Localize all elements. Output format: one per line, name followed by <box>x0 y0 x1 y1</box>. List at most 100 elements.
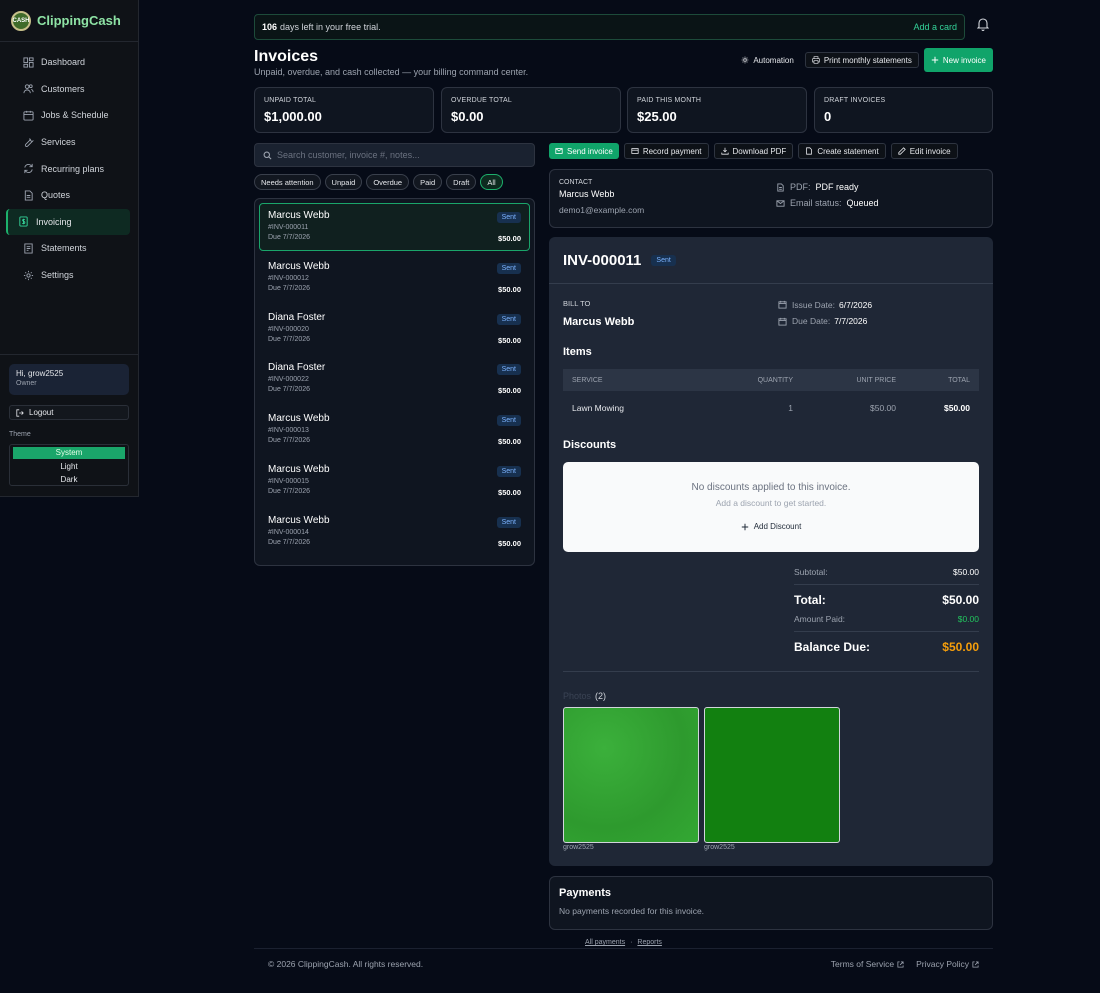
photo-thumbnail[interactable] <box>704 707 840 843</box>
list-item[interactable]: Diana Foster #INV-000022 Due 7/7/2026 Se… <box>259 355 530 403</box>
sidebar-item-label: Settings <box>41 270 74 281</box>
add-discount-button[interactable]: Add Discount <box>741 522 801 531</box>
search-input[interactable] <box>277 150 517 160</box>
invoice-customer: Marcus Webb <box>268 413 330 425</box>
external-link-icon <box>897 960 904 968</box>
print-statements-button[interactable]: Print monthly statements <box>804 52 919 68</box>
download-icon <box>720 147 729 155</box>
photo-caption: grow2525 <box>563 844 594 851</box>
edit-invoice-button[interactable]: Edit invoice <box>890 143 958 159</box>
list-item[interactable]: Marcus Webb #INV-000012 Due 7/7/2026 Sen… <box>259 254 530 302</box>
payments-title: Payments <box>559 887 611 899</box>
filter-overdue[interactable]: Overdue <box>366 174 410 190</box>
invoice-number: #INV-000015 <box>268 477 309 485</box>
divider <box>794 584 979 585</box>
create-statement-button[interactable]: Create statement <box>798 143 886 159</box>
contact-card: CONTACT Marcus Webb demo1@example.com PD… <box>549 169 993 228</box>
user-greeting: Hi, grow2525 <box>16 369 64 378</box>
status-badge: Sent <box>651 254 676 266</box>
email-status: Email status: Queued <box>776 196 879 210</box>
invoice-due: Due 7/7/2026 <box>268 234 311 241</box>
trial-banner: 106 days left in your free trial. Add a … <box>254 14 965 40</box>
send-invoice-button[interactable]: Send invoice <box>549 143 619 159</box>
logout-button[interactable]: Logout <box>9 405 129 420</box>
contact-status: PDF: PDF ready Email status: Queued <box>776 180 879 212</box>
sidebar-item-invoicing[interactable]: Invoicing <box>6 208 130 236</box>
stat-label: PAID THIS MONTH <box>637 97 702 104</box>
filter-unpaid[interactable]: Unpaid <box>324 174 363 190</box>
external-link-icon <box>972 960 979 968</box>
payments-empty: No payments recorded for this invoice. <box>559 906 705 916</box>
photos-count: (2) <box>595 691 607 701</box>
list-item[interactable]: Marcus Webb #INV-000014 Due 7/7/2026 Sen… <box>259 508 530 556</box>
sidebar-item-services[interactable]: Services <box>6 129 130 156</box>
list-item[interactable]: Marcus Webb #INV-000011 Due 7/7/2026 Sen… <box>259 203 530 251</box>
invoice-amount: $50.00 <box>498 437 521 447</box>
sidebar-item-quotes[interactable]: Quotes <box>6 182 130 209</box>
pdf-label: PDF: <box>790 182 811 192</box>
sidebar-item-recurring-plans[interactable]: Recurring plans <box>6 155 130 182</box>
contact-email[interactable]: demo1@example.com <box>559 205 983 215</box>
column-header: UNIT PRICE <box>856 376 896 384</box>
theme-option-dark[interactable]: Dark <box>13 474 125 486</box>
invoice-number: #INV-000014 <box>268 528 309 536</box>
invoice-customer: Diana Foster <box>268 311 326 323</box>
brand[interactable]: CASH ClippingCash <box>0 0 138 42</box>
sidebar-item-settings[interactable]: Settings <box>6 262 130 289</box>
bill-to-label: BILL TO <box>563 299 591 308</box>
file-icon <box>777 182 784 192</box>
all-payments-link[interactable]: All payments <box>585 939 625 946</box>
stat-value: 0 <box>824 109 832 124</box>
privacy-link[interactable]: Privacy Policy <box>916 959 979 969</box>
invoice-due: Due 7/7/2026 <box>268 386 311 394</box>
list-item[interactable]: Marcus Webb #INV-000013 Due 7/7/2026 Sen… <box>259 406 530 454</box>
search-box <box>254 143 535 167</box>
filter-paid[interactable]: Paid <box>413 174 443 190</box>
total-value: $50.00 <box>942 593 979 607</box>
balance-due-label: Balance Due: <box>794 640 871 654</box>
photo-thumbnail[interactable] <box>563 707 699 843</box>
theme-option-light[interactable]: Light <box>13 461 125 473</box>
footer-links: All payments · Reports <box>585 939 662 946</box>
statement-icon <box>24 243 33 254</box>
invoice-due: Due 7/7/2026 <box>268 335 311 343</box>
sidebar-item-dashboard[interactable]: Dashboard <box>6 49 130 76</box>
invoice-number: #INV-000012 <box>268 274 309 282</box>
status-badge: Sent <box>496 465 521 477</box>
sidebar-item-label: Quotes <box>41 190 71 201</box>
stat-label: UNPAID TOTAL <box>264 97 317 104</box>
sidebar-item-customers[interactable]: Customers <box>6 76 130 103</box>
filter-draft[interactable]: Draft <box>446 174 477 190</box>
new-invoice-button[interactable]: New invoice <box>923 48 993 72</box>
invoice-customer: Marcus Webb <box>268 514 330 526</box>
reports-link[interactable]: Reports <box>637 939 662 946</box>
terms-link[interactable]: Terms of Service <box>831 959 904 969</box>
add-card-link[interactable]: Add a card <box>913 22 957 32</box>
user-card[interactable]: Hi, grow2525 Owner <box>9 364 129 395</box>
theme-option-system[interactable]: System <box>13 447 125 459</box>
list-item[interactable]: Marcus Webb #INV-000015 Due 7/7/2026 Sen… <box>259 457 530 505</box>
photo-caption: grow2525 <box>704 844 735 851</box>
sidebar-item-statements[interactable]: Statements <box>6 235 130 262</box>
amount-paid-row: Amount Paid: $0.00 <box>794 612 979 626</box>
gear-icon <box>742 56 749 64</box>
due-date: Due Date: 7/7/2026 <box>778 314 872 329</box>
stat-unpaid-total: UNPAID TOTAL $1,000.00 <box>254 87 434 133</box>
create-statement-label: Create statement <box>817 146 879 156</box>
customers-icon <box>23 84 34 94</box>
items-table: SERVICE QUANTITY UNIT PRICE TOTAL Lawn M… <box>563 369 979 424</box>
bell-icon[interactable] <box>977 17 989 31</box>
quote-icon <box>24 190 33 201</box>
record-payment-button[interactable]: Record payment <box>623 143 709 159</box>
filter-needs-attention[interactable]: Needs attention <box>254 174 321 190</box>
column-header: TOTAL <box>948 376 970 384</box>
discounts-empty-state: No discounts applied to this invoice. Ad… <box>563 462 979 552</box>
list-item[interactable]: Diana Foster #INV-000020 Due 7/7/2026 Se… <box>259 305 530 353</box>
filter-all[interactable]: All <box>480 174 503 190</box>
column-header: QUANTITY <box>757 376 793 384</box>
automation-button[interactable]: Automation <box>735 52 799 68</box>
stat-label: DRAFT INVOICES <box>824 97 886 104</box>
sidebar-item-jobs-schedule[interactable]: Jobs & Schedule <box>6 102 130 129</box>
download-pdf-button[interactable]: Download PDF <box>713 143 794 159</box>
sidebar-item-label: Invoicing <box>36 216 72 227</box>
